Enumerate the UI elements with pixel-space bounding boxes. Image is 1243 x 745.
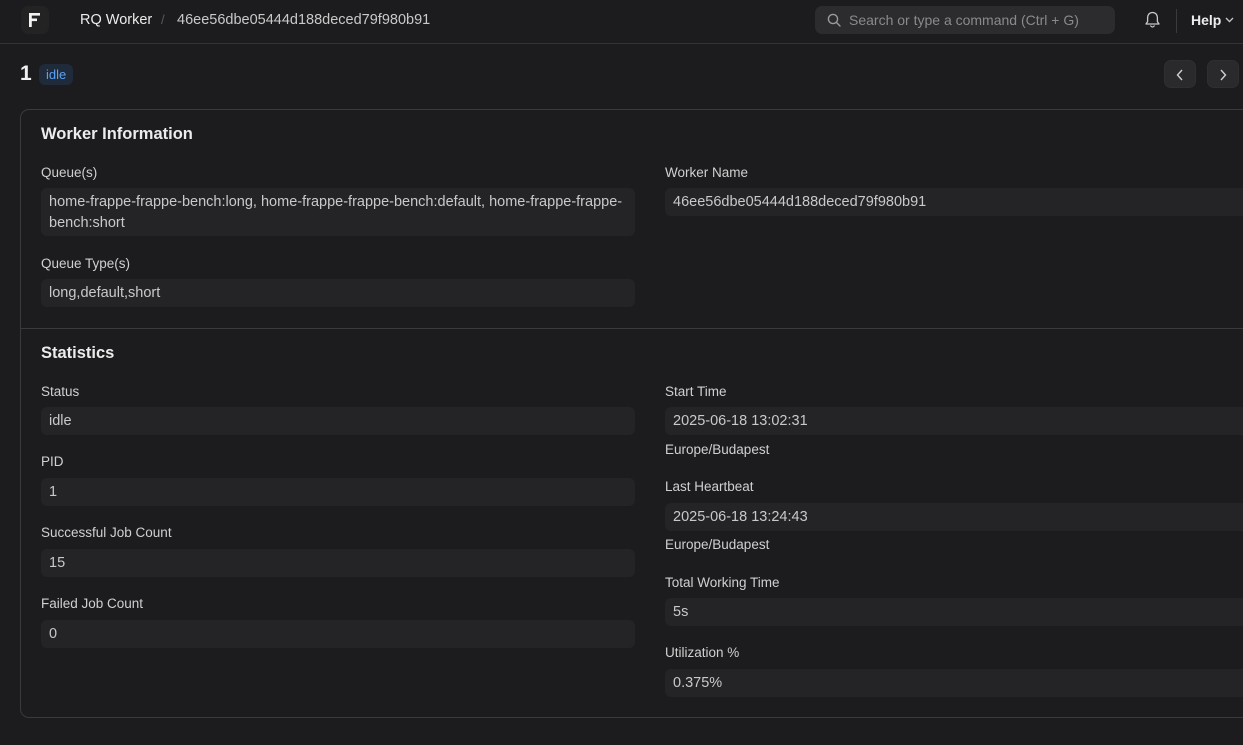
failed-job-count-label: Failed Job Count bbox=[41, 596, 144, 611]
notification-bell-icon[interactable] bbox=[1144, 11, 1161, 29]
search-icon bbox=[827, 13, 841, 27]
last-heartbeat-timezone: Europe/Budapest bbox=[665, 537, 770, 552]
utilization-field[interactable]: 0.375% bbox=[665, 669, 1243, 697]
last-heartbeat-label: Last Heartbeat bbox=[665, 479, 754, 494]
breadcrumb-doctype[interactable]: RQ Worker bbox=[80, 12, 152, 28]
search-input[interactable] bbox=[849, 6, 1109, 34]
failed-job-count-field[interactable]: 0 bbox=[41, 620, 635, 648]
start-time-timezone: Europe/Budapest bbox=[665, 442, 770, 457]
total-working-time-label: Total Working Time bbox=[665, 575, 780, 590]
worker-name-field[interactable]: 46ee56dbe05444d188deced79f980b91 bbox=[665, 188, 1243, 216]
section-title-statistics: Statistics bbox=[41, 344, 115, 362]
search-bar[interactable] bbox=[815, 6, 1115, 34]
worker-name-label: Worker Name bbox=[665, 165, 749, 180]
breadcrumb-separator-icon: / bbox=[161, 12, 165, 27]
help-label: Help bbox=[1191, 12, 1222, 28]
previous-document-button[interactable] bbox=[1164, 60, 1196, 88]
start-time-label: Start Time bbox=[665, 384, 727, 399]
chevron-right-icon bbox=[1220, 69, 1227, 81]
page-title: 1 bbox=[20, 62, 32, 85]
pid-label: PID bbox=[41, 454, 64, 469]
successful-job-count-label: Successful Job Count bbox=[41, 525, 172, 540]
status-label: Status bbox=[41, 384, 80, 399]
section-title-worker-information: Worker Information bbox=[41, 125, 193, 143]
queues-field[interactable]: home-frappe-frappe-bench:long, home-frap… bbox=[41, 188, 635, 236]
queue-types-field[interactable]: long,default,short bbox=[41, 279, 635, 307]
breadcrumb-document[interactable]: 46ee56dbe05444d188deced79f980b91 bbox=[177, 12, 430, 28]
queue-types-label: Queue Type(s) bbox=[41, 256, 131, 271]
queues-label: Queue(s) bbox=[41, 165, 98, 180]
status-field[interactable]: idle bbox=[41, 407, 635, 435]
next-document-button[interactable] bbox=[1207, 60, 1239, 88]
pid-field[interactable]: 1 bbox=[41, 478, 635, 506]
form-card: Worker Information Queue(s) home-frappe-… bbox=[20, 109, 1243, 718]
navbar-divider bbox=[1176, 9, 1177, 33]
section-divider bbox=[21, 328, 1243, 329]
navbar: RQ Worker / 46ee56dbe05444d188deced79f98… bbox=[0, 0, 1243, 44]
app-logo[interactable] bbox=[21, 6, 49, 34]
page-header: 1 idle bbox=[0, 44, 1243, 109]
start-time-field[interactable]: 2025-06-18 13:02:31 bbox=[665, 407, 1243, 435]
chevron-down-icon bbox=[1225, 17, 1234, 23]
help-dropdown[interactable]: Help bbox=[1191, 12, 1234, 28]
utilization-label: Utilization % bbox=[665, 645, 740, 660]
status-badge: idle bbox=[39, 64, 74, 85]
total-working-time-field[interactable]: 5s bbox=[665, 598, 1243, 626]
last-heartbeat-field[interactable]: 2025-06-18 13:24:43 bbox=[665, 503, 1243, 531]
chevron-left-icon bbox=[1176, 69, 1183, 81]
successful-job-count-field[interactable]: 15 bbox=[41, 549, 635, 577]
frappe-logo-icon bbox=[29, 13, 40, 27]
